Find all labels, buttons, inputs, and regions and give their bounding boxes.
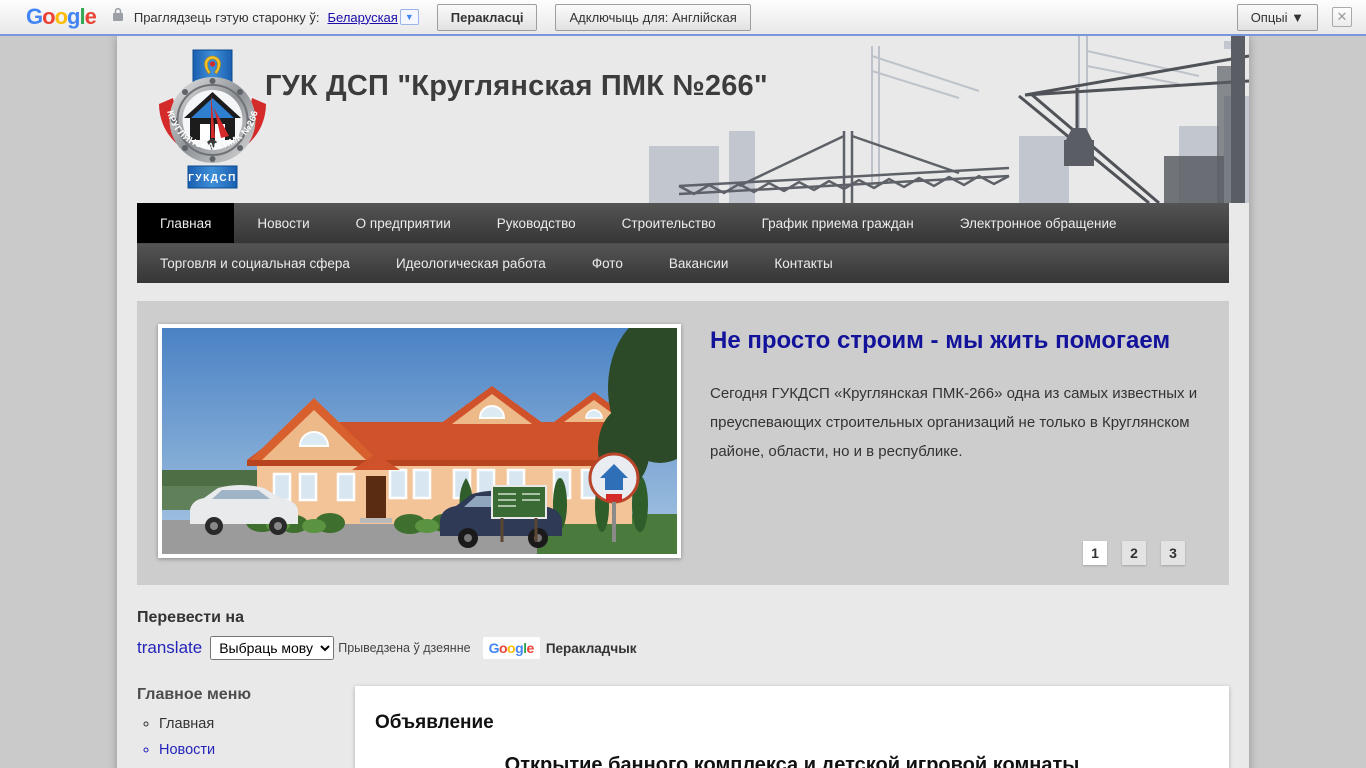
google-logo-letter: o xyxy=(498,640,508,656)
nav-item-kontakty[interactable]: Контакты xyxy=(751,244,855,283)
close-icon[interactable]: ✕ xyxy=(1332,7,1352,27)
options-button[interactable]: Опцыі ▼ xyxy=(1236,3,1318,31)
slide-text-block: Не просто строим - мы жить помогаем Сего… xyxy=(710,327,1210,466)
slide-paragraph: Сегодня ГУКДСП «Круглянская ПМК-266» одн… xyxy=(710,385,1198,460)
nav-item-stroitelstvo[interactable]: Строительство xyxy=(599,203,739,243)
slider-pagination: 1 2 3 xyxy=(1083,541,1185,565)
language-link[interactable]: Беларуская xyxy=(328,10,398,25)
site-title: ГУК ДСП "Круглянская ПМК №266" xyxy=(265,70,768,102)
nav-item-o-predpriyatii[interactable]: О предприятии xyxy=(333,203,474,243)
sidebar-item-glavnaya[interactable]: Главная xyxy=(159,716,355,732)
main-menu-sidebar: Главное меню Главная Новости xyxy=(137,686,355,768)
announcement-card-title: Объявление xyxy=(375,712,494,733)
google-logo-letter: e xyxy=(526,640,535,656)
logo-bottom-text: ГУКДСП xyxy=(188,173,237,184)
disable-translation-button[interactable]: Адключыць для: Англійская xyxy=(555,3,751,31)
pager-button-3[interactable]: 3 xyxy=(1161,541,1185,565)
lock-icon xyxy=(112,7,124,27)
sidebar-list: Главная Новости xyxy=(159,716,355,758)
google-logo-letter: g xyxy=(67,4,80,29)
page-wrapper: ГУКДСП "КРУГЛЯНСКАЯ ПМК №266" xyxy=(117,36,1249,768)
google-logo-letter: g xyxy=(515,640,524,656)
bottom-section: Главное меню Главная Новости Объявление … xyxy=(137,686,1229,768)
slide-heading: Не просто строим - мы жить помогаем xyxy=(710,327,1171,354)
building-photo xyxy=(162,313,712,554)
company-logo: ГУКДСП "КРУГЛЯНСКАЯ ПМК №266" xyxy=(155,48,266,189)
translate-widget-heading: Перевести на xyxy=(137,609,244,626)
nav-item-foto[interactable]: Фото xyxy=(569,244,646,283)
announcement-heading: Открытие банного комплекса и детской игр… xyxy=(504,754,1080,768)
construction-silhouette-background xyxy=(649,36,1249,203)
translator-label: Перакладчык xyxy=(545,640,637,656)
nav-item-grafik-priema[interactable]: График приема граждан xyxy=(739,203,937,243)
sidebar-item-novosti[interactable]: Новости xyxy=(159,742,355,758)
hero-slider: Не просто строим - мы жить помогаем Сего… xyxy=(137,301,1229,585)
google-translate-logo[interactable]: Google xyxy=(482,637,540,659)
translate-widget: Перевести на translate Выбраць мову Прыв… xyxy=(137,609,1229,660)
nav-item-glavnaya[interactable]: Главная xyxy=(137,203,235,243)
announcement-card: Объявление Открытие банного комплекса и … xyxy=(355,686,1229,768)
google-logo-letter: G xyxy=(26,4,43,29)
powered-by-text: Прыведзена ў дзеянне xyxy=(338,641,471,655)
google-logo: Google xyxy=(26,4,97,30)
google-logo-letter: o xyxy=(42,4,55,29)
nav-item-elektronnoe-obrashchenie[interactable]: Электронное обращение xyxy=(937,203,1140,243)
nav-item-vakansii[interactable]: Вакансии xyxy=(646,244,752,283)
translate-link[interactable]: translate xyxy=(137,638,202,658)
pager-button-1[interactable]: 1 xyxy=(1083,541,1107,565)
slide-photo-frame xyxy=(158,313,712,558)
site-header: ГУКДСП "КРУГЛЯНСКАЯ ПМК №266" xyxy=(117,36,1249,203)
nav-item-novosti[interactable]: Новости xyxy=(234,203,332,243)
google-logo-letter: G xyxy=(488,640,500,656)
language-select[interactable]: Выбраць мову xyxy=(210,636,335,660)
main-nav: Главная Новости О предприятии Руководств… xyxy=(137,203,1229,283)
sidebar-heading: Главное меню xyxy=(137,686,252,703)
nav-item-rukovodstvo[interactable]: Руководство xyxy=(474,203,599,243)
nav-item-torgovlya[interactable]: Торговля и социальная сфера xyxy=(137,244,373,283)
google-logo-letter: o xyxy=(507,640,516,656)
translate-button[interactable]: Перакласці xyxy=(436,3,538,31)
pager-button-2[interactable]: 2 xyxy=(1122,541,1146,565)
translate-prompt: Праглядзець гэтую старонку ў: xyxy=(133,9,320,25)
google-logo-letter: e xyxy=(84,4,97,29)
language-dropdown-arrow-icon[interactable]: ▼ xyxy=(399,9,419,25)
google-logo-letter: o xyxy=(54,4,68,29)
nav-row-1: Главная Новости О предприятии Руководств… xyxy=(137,203,1229,243)
nav-row-2: Торговля и социальная сфера Идеологическ… xyxy=(137,243,1229,283)
nav-item-ideologicheskaya[interactable]: Идеологическая работа xyxy=(373,244,569,283)
google-translate-bar: Google Праглядзець гэтую старонку ў: Бел… xyxy=(0,0,1366,36)
